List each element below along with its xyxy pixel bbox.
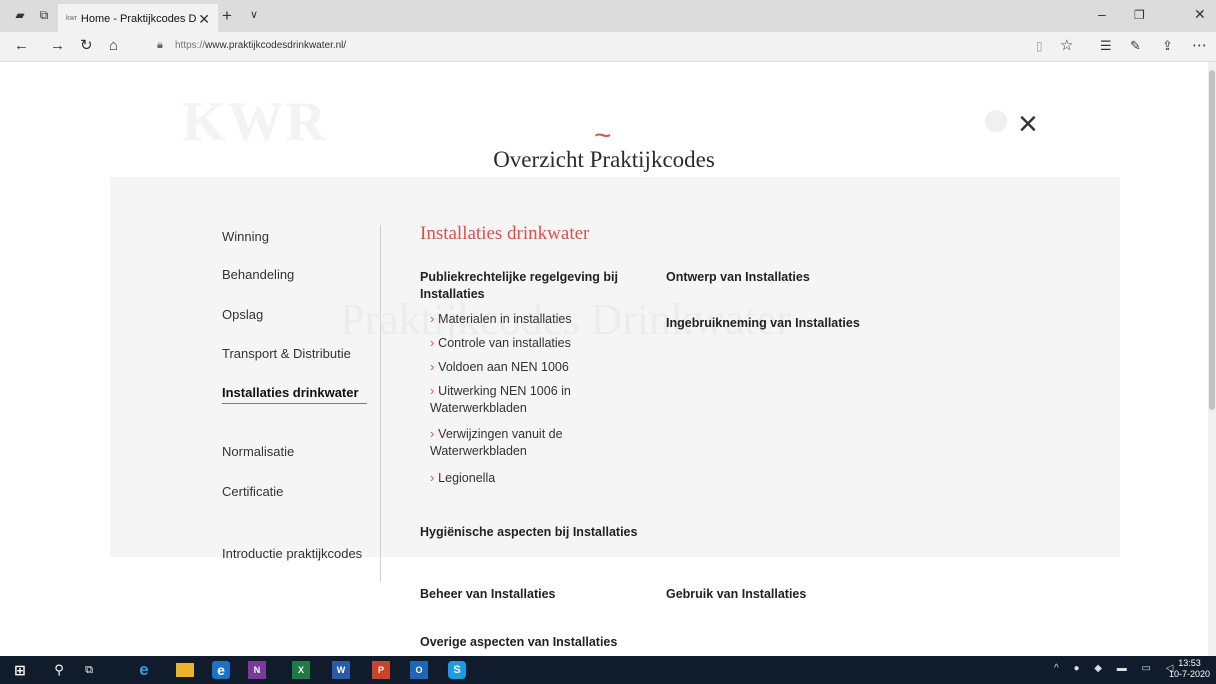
task-view-icon[interactable]: ⧉ xyxy=(80,661,98,679)
sub-link[interactable]: › Voldoen aan NEN 1006 xyxy=(430,359,569,376)
side-menu-behandeling[interactable]: Behandeling xyxy=(222,267,294,282)
side-menu-introductie[interactable]: Introductie praktijkcodes xyxy=(222,546,362,561)
side-menu-winning[interactable]: Winning xyxy=(222,229,269,244)
browser-tab-bar: ▰ ⧉ kwr Home - Praktijkcodes D ✕ + ∨ – ❐ … xyxy=(0,0,1216,32)
category-ontwerp[interactable]: Ontwerp van Installaties xyxy=(666,269,810,286)
search-icon[interactable]: ⚲ xyxy=(50,661,68,679)
overlay-title: Overzicht Praktijkcodes xyxy=(493,147,715,172)
section-title: Installaties drinkwater xyxy=(420,223,590,244)
edge-icon[interactable]: e xyxy=(212,661,230,679)
excel-icon[interactable]: X xyxy=(292,661,310,679)
tab-title: Home - Praktijkcodes D xyxy=(80,13,197,25)
system-tray[interactable]: ^ ● ◆ ▬ ▭ ◁ xyxy=(1054,663,1179,674)
outlook-icon[interactable]: O xyxy=(410,661,428,679)
taskbar-clock[interactable]: 13:53 10-7-2020 xyxy=(1169,658,1210,680)
category-ingebruikneming[interactable]: Ingebruikneming van Installaties xyxy=(666,315,860,332)
chevron-right-icon: › xyxy=(430,471,435,485)
favorite-star-icon[interactable]: ☆ xyxy=(1060,37,1073,55)
chevron-right-icon: › xyxy=(430,360,435,374)
share-icon[interactable]: ⇪ xyxy=(1162,37,1173,55)
category-publiekrechtelijke[interactable]: Publiekrechtelijke regelgeving bij Insta… xyxy=(420,269,650,303)
side-menu-normalisatie[interactable]: Normalisatie xyxy=(222,444,294,459)
chevron-right-icon: › xyxy=(430,312,435,326)
back-icon[interactable]: ← xyxy=(14,37,29,55)
category-gebruik[interactable]: Gebruik van Installaties xyxy=(666,586,806,603)
sub-link[interactable]: › Materialen in installaties xyxy=(430,311,572,328)
reading-view-icon[interactable]: ▯ xyxy=(1036,37,1043,55)
refresh-icon[interactable]: ↻ xyxy=(80,37,93,55)
home-icon[interactable]: ⌂ xyxy=(109,37,118,55)
windows-start-icon[interactable]: ⊞ xyxy=(11,661,29,679)
new-tab-icon[interactable]: + xyxy=(222,6,232,26)
browser-tab[interactable]: kwr Home - Praktijkcodes D ✕ xyxy=(58,4,218,32)
chevron-right-icon: › xyxy=(430,336,435,350)
sub-link[interactable]: › Legionella xyxy=(430,470,495,487)
minimize-icon[interactable]: – xyxy=(1098,6,1106,22)
kwr-logo: KWR xyxy=(182,91,328,153)
url-text[interactable]: https://www.praktijkcodesdrinkwater.nl/ xyxy=(175,40,346,51)
favorites-hub-icon[interactable]: ☰ xyxy=(1100,37,1112,55)
powerpoint-icon[interactable]: P xyxy=(372,661,390,679)
page-scrollbar[interactable] xyxy=(1208,62,1216,657)
kwr-favicon-icon: kwr xyxy=(66,15,77,23)
forward-icon[interactable]: → xyxy=(50,37,65,55)
file-explorer-icon[interactable] xyxy=(176,663,194,677)
chevron-right-icon: › xyxy=(430,427,435,441)
active-item-underline xyxy=(222,403,367,404)
side-menu-installaties[interactable]: Installaties drinkwater xyxy=(222,385,359,400)
tab-actions-icon[interactable]: ▰ xyxy=(12,8,28,22)
sub-link[interactable]: › Controle van installaties xyxy=(430,335,571,352)
address-bar[interactable]: 🔒︎ https://www.praktijkcodesdrinkwater.n… xyxy=(143,37,1063,57)
clock-time: 13:53 xyxy=(1178,658,1201,668)
window-close-icon[interactable]: ✕ xyxy=(1194,6,1206,23)
lock-icon: 🔒︎ xyxy=(157,39,163,51)
skype-icon[interactable]: S xyxy=(448,661,466,679)
windows-taskbar: ⊞ ⚲ ⧉ e e N X W P O S ^ ● ◆ ▬ ▭ ◁ 13:53 … xyxy=(0,656,1216,684)
side-menu-transport[interactable]: Transport & Distributie xyxy=(222,346,351,361)
side-menu-certificatie[interactable]: Certificatie xyxy=(222,484,283,499)
web-notes-icon[interactable]: ✎ xyxy=(1130,37,1141,55)
chevron-right-icon: › xyxy=(430,384,435,398)
category-hygiene[interactable]: Hygiënische aspecten bij Installaties xyxy=(420,524,637,541)
user-icon xyxy=(985,110,1007,132)
sub-link[interactable]: › Verwijzingen vanuit de Waterwerkbladen xyxy=(430,426,620,460)
set-aside-tabs-icon[interactable]: ⧉ xyxy=(36,8,52,22)
internet-explorer-icon[interactable]: e xyxy=(135,661,153,679)
menu-divider xyxy=(380,225,381,582)
side-menu-opslag[interactable]: Opslag xyxy=(222,307,263,322)
sub-link[interactable]: › Uitwerking NEN 1006 in Waterwerkbladen xyxy=(430,383,610,417)
clock-date: 10-7-2020 xyxy=(1168,669,1210,679)
address-toolbar: ← → ↻ ⌂ 🔒︎ https://www.praktijkcodesdrin… xyxy=(0,32,1216,62)
scrollbar-thumb[interactable] xyxy=(1209,70,1215,410)
close-overlay-icon[interactable]: × xyxy=(1018,107,1038,141)
more-options-icon[interactable]: ⋯ xyxy=(1192,37,1207,55)
category-overige[interactable]: Overige aspecten van Installaties xyxy=(420,634,617,651)
tab-close-icon[interactable]: ✕ xyxy=(198,6,210,32)
tab-preview-chevron-icon[interactable]: ∨ xyxy=(250,8,258,21)
restore-icon[interactable]: ❐ xyxy=(1134,8,1145,22)
web-page: KWR Praktijkcodes Drinkwater ~ Overzicht… xyxy=(0,62,1208,657)
onenote-icon[interactable]: N xyxy=(248,661,266,679)
category-beheer[interactable]: Beheer van Installaties xyxy=(420,586,555,603)
word-icon[interactable]: W xyxy=(332,661,350,679)
